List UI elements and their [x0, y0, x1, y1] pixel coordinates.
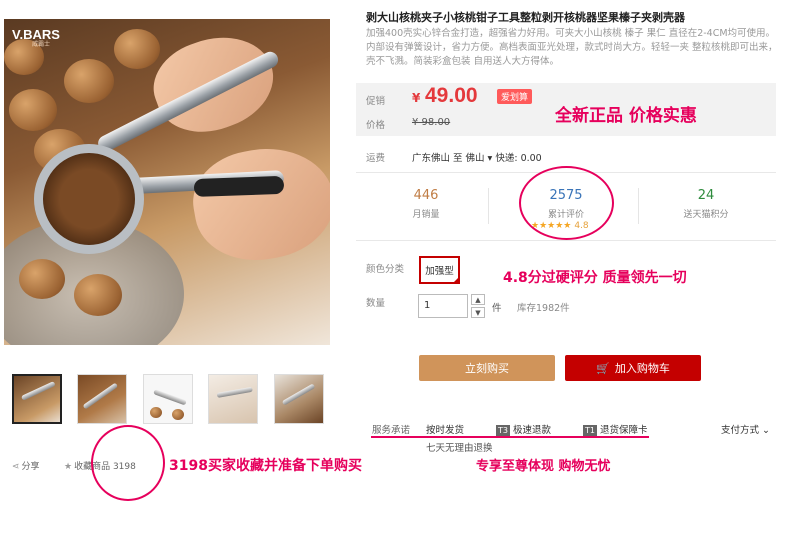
promo-badge: 爱划算: [497, 89, 533, 104]
quantity-input[interactable]: 1: [418, 294, 468, 318]
divider: [638, 188, 639, 224]
orig-price: ¥ 98.00: [412, 117, 451, 128]
stock-label: 库存1982件: [517, 303, 570, 314]
shipping-label: 运费: [366, 153, 386, 164]
star-icon: ★: [64, 462, 73, 472]
promo-label: 促销: [366, 96, 386, 107]
points-count: 24: [697, 188, 715, 203]
brand-logo: V.BARS: [12, 27, 60, 42]
walnut: [74, 274, 122, 316]
thumbnail-3[interactable]: [143, 374, 193, 424]
fast-refund-label: 极速退款: [512, 425, 551, 436]
divider: [356, 240, 776, 241]
monthly-sales-label: 月销量: [412, 210, 440, 220]
walnut: [19, 259, 65, 299]
service-on-time[interactable]: 按时发货: [426, 422, 464, 436]
thumbnail-4[interactable]: [208, 374, 258, 424]
service-label: 服务承诺: [372, 425, 411, 436]
cart-icon: 🛒: [596, 361, 610, 375]
add-to-cart-label: 加入购物车: [614, 362, 670, 375]
payment-methods-dropdown[interactable]: 支付方式 ⌄: [721, 422, 770, 436]
t1-tag: T1: [583, 425, 597, 436]
nutcracker-grip: [193, 175, 285, 197]
share-label: 分享: [21, 462, 40, 472]
highlight-circle-favorites: [91, 425, 165, 501]
service-fast-refund[interactable]: T3 极速退款: [496, 422, 551, 436]
walnut: [114, 29, 160, 69]
product-subtitle: 加强400壳实心锌合金打造，超强省力好用。可夹大小山核桃 榛子 果仁 直径在2-…: [366, 28, 778, 67]
annotation-favorites: 3198买家收藏并准备下单购买: [169, 458, 362, 474]
highlight-underline-services: [371, 436, 649, 438]
thumbnail-5[interactable]: [274, 374, 324, 424]
main-product-image[interactable]: [4, 19, 330, 345]
divider: [488, 188, 489, 224]
quantity-label: 数量: [366, 298, 386, 309]
orig-price-label: 价格: [366, 120, 386, 131]
brand-logo-sub: 威霸士: [32, 41, 51, 48]
hand-shape: [185, 137, 330, 271]
quantity-up-button[interactable]: ▲: [471, 294, 485, 305]
annotation-rating: 4.8分过硬评分 质量领先一切: [503, 270, 687, 286]
unit-label: 件: [492, 303, 502, 314]
thumbnail-1[interactable]: [12, 374, 62, 424]
share-button[interactable]: ⋖ 分享: [12, 459, 40, 472]
quantity-down-button[interactable]: ▼: [471, 307, 485, 318]
shipping-info[interactable]: 广东佛山 至 佛山 ▾ 快递: 0.00: [412, 150, 542, 164]
color-label: 颜色分类: [366, 264, 405, 275]
service-seven-day-return: 七天无理由退换: [426, 443, 493, 454]
nutcracker-head: [34, 144, 144, 254]
points-label: 送天猫积分: [683, 210, 729, 220]
product-title: 剥大山核桃夹子小核桃钳子工具整粒剥开核桃器坚果榛子夹剥壳器: [366, 11, 685, 24]
t3-tag: T3: [496, 425, 510, 436]
add-to-cart-button[interactable]: 🛒 加入购物车: [565, 355, 701, 381]
return-card-label: 退货保障卡: [599, 425, 648, 436]
service-return-card[interactable]: T1 退货保障卡: [583, 422, 648, 436]
walnut: [9, 89, 57, 131]
annotation-services: 专享至尊体现 购物无忧: [476, 459, 611, 474]
annotation-price: 全新正品 价格实惠: [555, 106, 697, 126]
price-currency: ¥: [412, 91, 421, 105]
color-option-reinforced[interactable]: 加强型: [419, 256, 460, 284]
buy-now-button[interactable]: 立刻购买: [419, 355, 555, 381]
highlight-circle-rating: [519, 166, 614, 240]
thumbnail-2[interactable]: [77, 374, 127, 424]
monthly-sales-count: 446: [413, 188, 439, 203]
promo-price: 49.00: [425, 84, 478, 107]
share-icon: ⋖: [12, 462, 20, 472]
walnut: [64, 59, 114, 103]
